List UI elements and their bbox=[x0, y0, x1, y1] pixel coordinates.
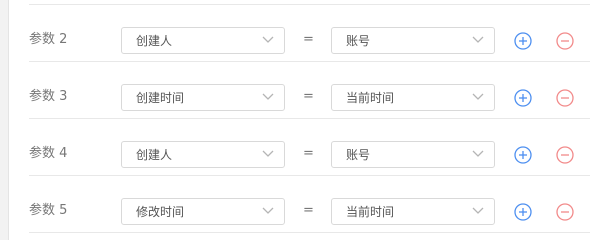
value-select[interactable]: 当前时间 bbox=[331, 84, 495, 111]
minus-circle-icon[interactable] bbox=[556, 146, 574, 164]
minus-circle-icon[interactable] bbox=[556, 32, 574, 50]
value-select-value: 账号 bbox=[346, 148, 371, 162]
field-select[interactable]: 创建人 bbox=[121, 141, 285, 168]
value-select-value: 当前时间 bbox=[346, 205, 395, 219]
field-select-value: 修改时间 bbox=[136, 205, 185, 219]
parameter-row: 参数 2 创建人 = 账号 bbox=[9, 5, 615, 62]
plus-circle-icon[interactable] bbox=[514, 203, 532, 221]
parameter-row: 参数 3 创建时间 = 当前时间 bbox=[9, 62, 615, 119]
plus-circle-icon[interactable] bbox=[514, 146, 532, 164]
chevron-down-icon bbox=[472, 93, 484, 100]
operator-equals: = bbox=[303, 203, 314, 218]
parameter-label: 参数 4 bbox=[29, 146, 68, 161]
value-select[interactable]: 账号 bbox=[331, 141, 495, 168]
operator-equals: = bbox=[303, 89, 314, 104]
chevron-down-icon bbox=[262, 93, 274, 100]
chevron-down-icon bbox=[472, 207, 484, 214]
plus-circle-icon[interactable] bbox=[514, 32, 532, 50]
divider bbox=[29, 232, 590, 233]
parameter-panel: 参数 2 创建人 = 账号 参数 3 创建时间 = 当前时间 参数 4 创建人 … bbox=[8, 0, 615, 240]
minus-circle-icon[interactable] bbox=[556, 203, 574, 221]
value-select-value: 账号 bbox=[346, 34, 371, 48]
field-select[interactable]: 创建人 bbox=[121, 27, 285, 54]
chevron-down-icon bbox=[472, 36, 484, 43]
value-select-value: 当前时间 bbox=[346, 91, 395, 105]
field-select-value: 创建时间 bbox=[136, 91, 185, 105]
operator-equals: = bbox=[303, 32, 314, 47]
chevron-down-icon bbox=[262, 207, 274, 214]
parameter-label: 参数 2 bbox=[29, 32, 68, 47]
value-select[interactable]: 账号 bbox=[331, 27, 495, 54]
parameter-row: 参数 5 修改时间 = 当前时间 bbox=[9, 176, 615, 233]
chevron-down-icon bbox=[262, 150, 274, 157]
plus-circle-icon[interactable] bbox=[514, 89, 532, 107]
operator-equals: = bbox=[303, 146, 314, 161]
chevron-down-icon bbox=[472, 150, 484, 157]
field-select[interactable]: 修改时间 bbox=[121, 198, 285, 225]
minus-circle-icon[interactable] bbox=[556, 89, 574, 107]
chevron-down-icon bbox=[262, 36, 274, 43]
parameter-label: 参数 3 bbox=[29, 89, 68, 104]
field-select[interactable]: 创建时间 bbox=[121, 84, 285, 111]
field-select-value: 创建人 bbox=[136, 34, 173, 48]
field-select-value: 创建人 bbox=[136, 148, 173, 162]
parameter-row: 参数 4 创建人 = 账号 bbox=[9, 119, 615, 176]
value-select[interactable]: 当前时间 bbox=[331, 198, 495, 225]
parameter-label: 参数 5 bbox=[29, 203, 68, 218]
